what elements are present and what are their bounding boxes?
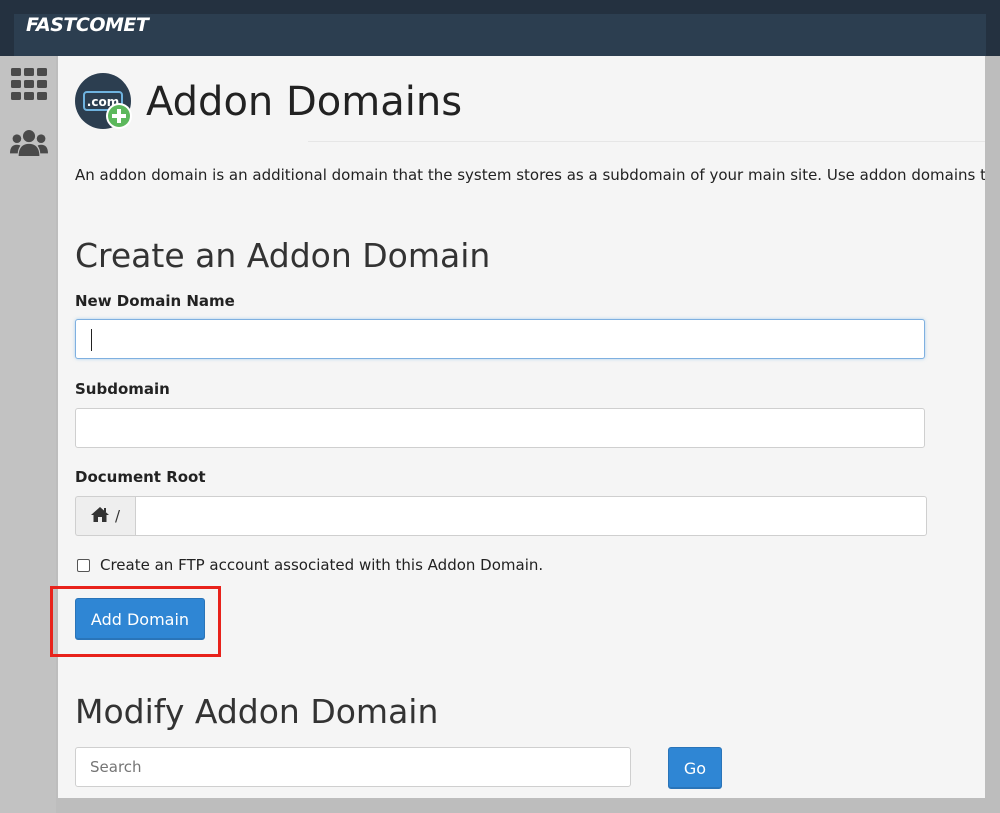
ftp-checkbox[interactable] [77, 558, 90, 572]
page-description: An addon domain is an additional domain … [75, 166, 985, 184]
title-divider [308, 141, 985, 142]
addon-domains-icon: .com [74, 72, 134, 132]
document-root-prefix: / [75, 496, 135, 536]
home-icon [90, 506, 109, 526]
document-root-label: Document Root [75, 468, 206, 486]
bottom-overlay [56, 798, 1000, 813]
go-button[interactable]: Go [668, 747, 722, 789]
document-root-input[interactable] [135, 496, 927, 536]
sidebar [0, 56, 56, 813]
document-root-group: / [75, 496, 927, 538]
new-domain-input[interactable] [75, 319, 925, 359]
annotation-highlight-box [50, 586, 221, 657]
top-bar-inner [14, 14, 986, 56]
users-icon[interactable] [10, 126, 48, 160]
ftp-checkbox-label: Create an FTP account associated with th… [100, 556, 544, 574]
grid-icon[interactable] [10, 68, 48, 100]
text-caret [91, 329, 92, 351]
page-title: Addon Domains [146, 79, 463, 125]
new-domain-label: New Domain Name [75, 292, 235, 310]
right-overlay [985, 56, 1000, 813]
brand-logo[interactable]: FASTCOMET [26, 14, 149, 36]
page-header: .com Addon Domains [74, 72, 462, 132]
subdomain-label: Subdomain [75, 380, 170, 398]
document-root-slash: / [114, 507, 121, 525]
top-bar: FASTCOMET [0, 0, 1000, 56]
modify-section-title: Modify Addon Domain [75, 692, 439, 731]
subdomain-input[interactable] [75, 408, 925, 448]
ftp-checkbox-row[interactable]: Create an FTP account associated with th… [75, 556, 543, 574]
create-section-title: Create an Addon Domain [75, 236, 491, 275]
main-content: .com Addon Domains An addon domain is an… [58, 56, 985, 798]
search-input[interactable] [75, 747, 631, 787]
